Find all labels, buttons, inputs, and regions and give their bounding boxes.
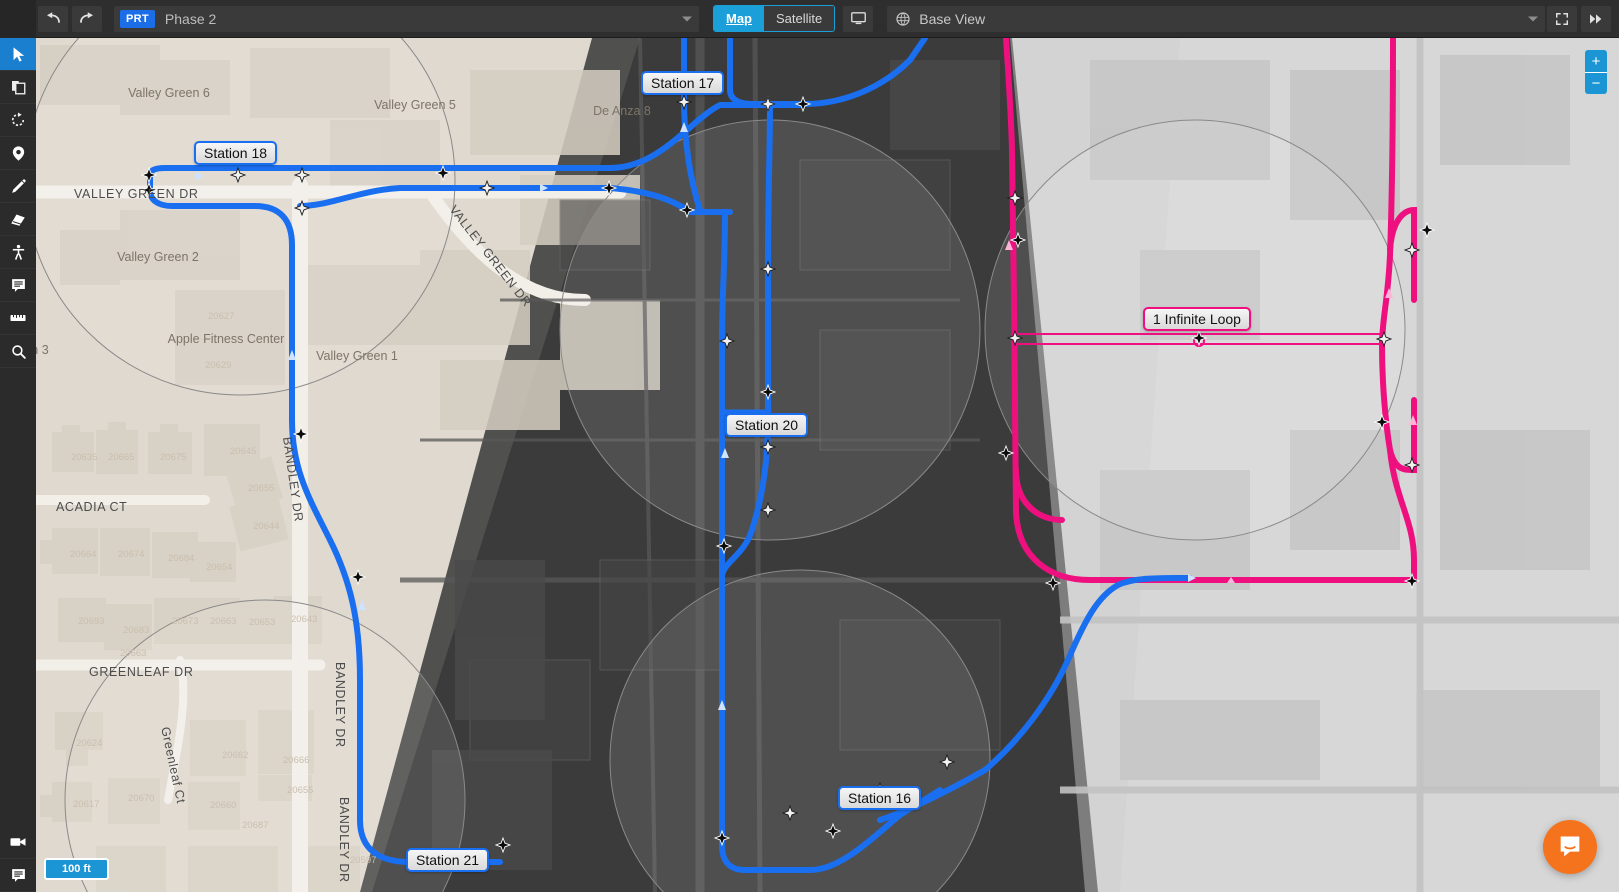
duplicate-tool[interactable] xyxy=(0,71,36,104)
view-name-label: Base View xyxy=(919,10,986,27)
project-selector[interactable]: PRT Phase 2 xyxy=(114,5,699,32)
globe-icon xyxy=(896,11,910,26)
eraser-icon xyxy=(11,214,25,226)
zoom-controls[interactable]: + − xyxy=(1585,50,1607,94)
draw-tool[interactable] xyxy=(0,170,36,203)
undo-arrow-icon xyxy=(47,11,60,23)
place-marker-tool[interactable] xyxy=(0,137,36,170)
fullscreen-icon xyxy=(1556,12,1568,25)
rotate-icon xyxy=(11,112,25,127)
view-chevron-down-icon[interactable] xyxy=(1528,16,1538,21)
project-type-badge: PRT xyxy=(120,9,155,28)
comment-lines-icon xyxy=(11,278,25,292)
erase-tool[interactable] xyxy=(0,203,36,236)
comment-lines-icon xyxy=(11,868,25,882)
fullscreen-button[interactable] xyxy=(1547,5,1577,32)
chevron-down-icon[interactable] xyxy=(682,16,692,21)
chat-bubble-icon xyxy=(1560,836,1580,857)
copy-layers-icon xyxy=(12,81,26,95)
display-mode-button[interactable] xyxy=(843,5,874,32)
station-label[interactable]: Station 17 xyxy=(641,71,725,95)
prt-planner-app: Valley Green 6 Valley Green 5 De Anza 8 Val… xyxy=(0,0,1619,892)
station-label[interactable]: 1 Infinite Loop xyxy=(1143,307,1251,331)
pencil-icon xyxy=(11,178,26,193)
station-label[interactable]: Station 16 xyxy=(838,786,922,810)
station-label[interactable]: Station 21 xyxy=(406,848,490,872)
rotate-tool[interactable] xyxy=(0,104,36,137)
cursor-arrow-icon xyxy=(13,46,24,62)
left-toolbar xyxy=(0,38,36,892)
video-tool[interactable] xyxy=(0,826,36,859)
top-toolbar: PRT Phase 2 Map Satellite Base View xyxy=(0,0,1619,38)
undo-button[interactable] xyxy=(38,5,68,32)
top-right-actions xyxy=(1545,5,1613,32)
map-canvas[interactable]: Valley Green 6 Valley Green 5 De Anza 8 Val… xyxy=(36,38,1619,892)
redo-arrow-icon xyxy=(80,11,93,23)
monitor-icon xyxy=(850,12,866,25)
ruler-icon xyxy=(10,315,26,321)
person-icon xyxy=(12,244,24,260)
measure-tool[interactable] xyxy=(0,302,36,335)
panel-expand-button[interactable] xyxy=(1581,5,1611,32)
search-tool[interactable] xyxy=(0,335,36,368)
map-mode-button[interactable]: Map xyxy=(714,6,764,31)
note-tool[interactable] xyxy=(0,269,36,302)
map-pin-icon xyxy=(12,145,24,161)
basemap-toggle[interactable]: Map Satellite xyxy=(713,5,836,32)
zoom-out-button[interactable]: − xyxy=(1585,72,1607,94)
satellite-mode-button[interactable]: Satellite xyxy=(764,6,835,31)
select-tool[interactable] xyxy=(0,38,36,71)
video-camera-icon xyxy=(10,838,26,846)
redo-button[interactable] xyxy=(72,5,102,32)
view-selector[interactable]: Base View xyxy=(887,5,1545,32)
station-label[interactable]: Station 18 xyxy=(194,141,278,165)
chat-launcher-button[interactable] xyxy=(1543,820,1597,874)
feedback-tool[interactable] xyxy=(0,859,36,892)
pedestrian-tool[interactable] xyxy=(0,236,36,269)
project-name-label: Phase 2 xyxy=(164,10,217,27)
magnifier-icon xyxy=(11,344,26,359)
toolbar-corner-spacer xyxy=(0,0,36,38)
fast-forward-icon xyxy=(1590,13,1602,24)
map-vector-layer xyxy=(36,38,1619,892)
zoom-in-button[interactable]: + xyxy=(1585,50,1607,72)
map-scale-bar: 100 ft xyxy=(44,858,109,880)
station-label[interactable]: Station 20 xyxy=(725,413,809,437)
